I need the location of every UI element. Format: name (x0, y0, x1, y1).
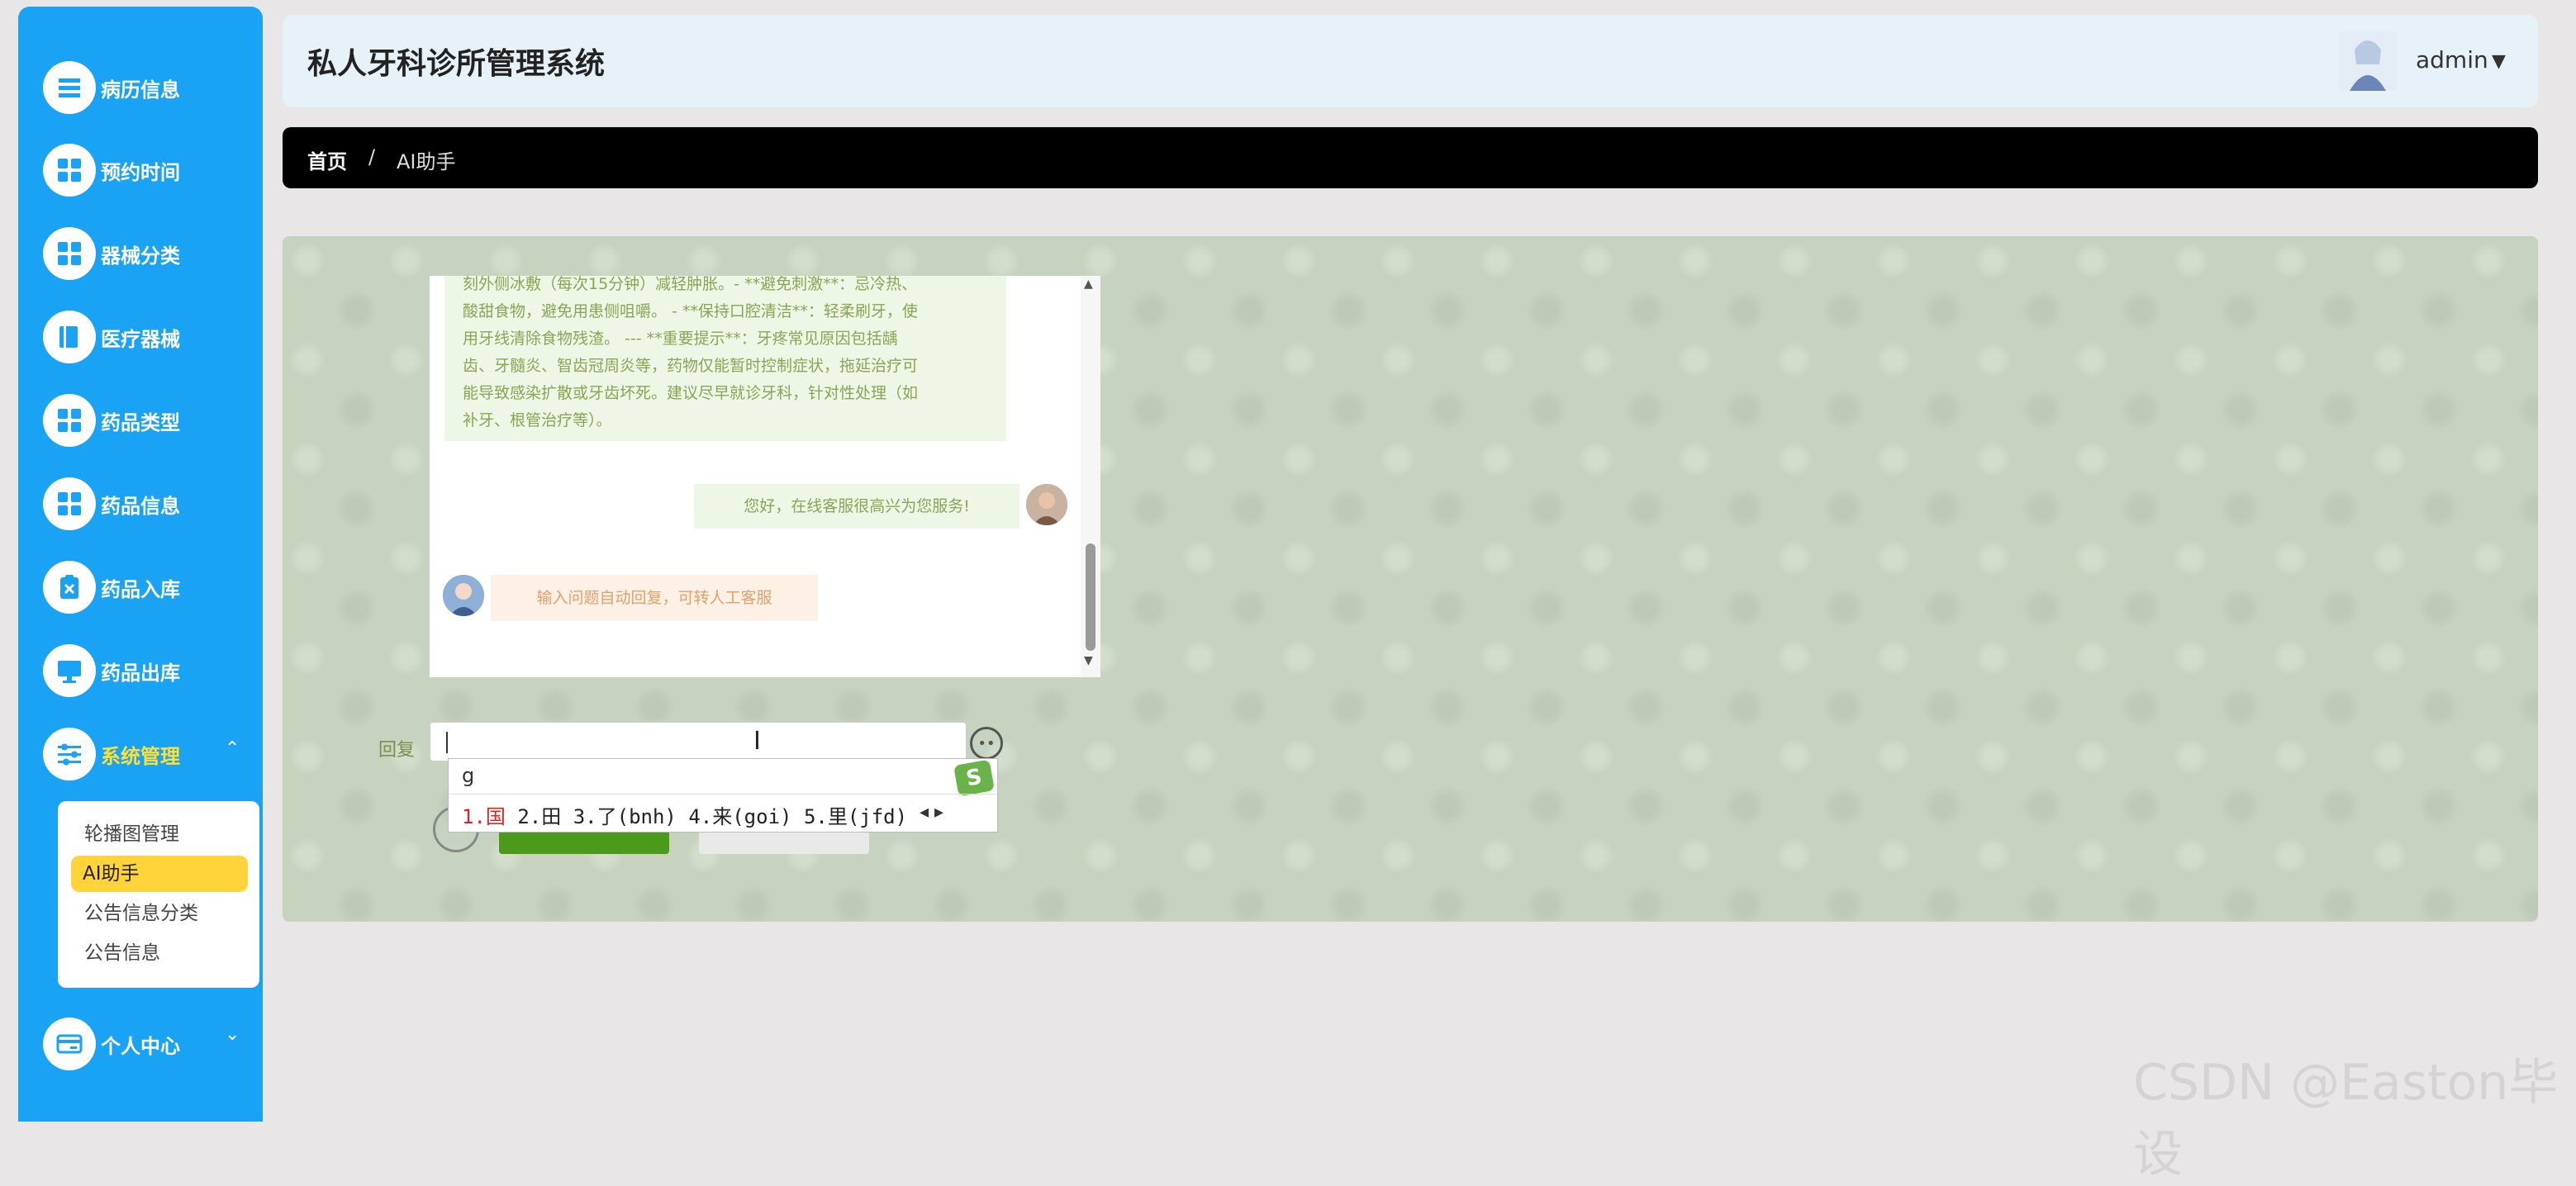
message-line: 补牙、根管治疗等）。 (463, 411, 612, 429)
sidebar: 病历信息 预约时间 器械分类 医疗器械 药品类型 药品信息 药品入库 药品出库 … (18, 7, 263, 1122)
submenu-item-notices[interactable]: 公告信息 (73, 935, 172, 971)
sidebar-item-drug-stock-in[interactable]: 药品入库 (43, 554, 180, 620)
reply-label: 回复 (378, 740, 416, 761)
ibeam-cursor-icon: I (753, 727, 761, 756)
user-message-bubble: 您好，在线客服很高兴为您服务! (694, 484, 1019, 529)
scroll-down-icon[interactable]: ▼ (1084, 654, 1093, 667)
chat-scrollbar[interactable]: ▲ ▼ (1081, 276, 1100, 677)
sidebar-item-medical-records[interactable]: 病历信息 (43, 55, 180, 121)
system-submenu: 轮播图管理 AI助手 公告信息分类 公告信息 (58, 801, 259, 988)
breadcrumb: 首页 / AI助手 (283, 127, 2538, 188)
message-line: 酸甜食物，避免用患侧咀嚼。 - **保持口腔清洁**：轻柔刷牙，使 (463, 302, 918, 320)
reply-input[interactable] (430, 722, 967, 761)
sidebar-item-label: 器械分类 (101, 244, 180, 268)
grid-icon (43, 144, 96, 197)
ime-candidate[interactable]: 3.了(bnh) (573, 805, 677, 828)
ime-candidate[interactable]: 2.田 (517, 805, 561, 828)
message-line: 能导致感染扩散或牙齿坏死。建议尽早就诊牙科，针对性处理（如 (463, 384, 919, 402)
sidebar-item-label: 病历信息 (101, 78, 180, 102)
ai-message-bubble: 刻外侧冰敷（每次15分钟）减轻肿胀。- **避免刺激**：忌冷热、 酸甜食物，避… (444, 276, 1006, 441)
caret-down-icon[interactable]: ▼ (2492, 51, 2506, 72)
sidebar-item-drug-types[interactable]: 药品类型 (43, 387, 180, 453)
ai-avatar (443, 575, 484, 616)
sidebar-item-label: 药品信息 (101, 494, 180, 518)
chevron-up-icon[interactable]: ⌃ (225, 738, 240, 759)
grid-icon (43, 477, 96, 530)
submenu-item-carousel[interactable]: 轮播图管理 (73, 816, 191, 852)
username[interactable]: admin (2416, 46, 2488, 74)
scroll-up-icon[interactable]: ▲ (1084, 278, 1093, 291)
text-cursor (446, 732, 448, 753)
book-icon (43, 311, 96, 363)
message-line: 刻外侧冰敷（每次15分钟）减轻肿胀。- **避免刺激**：忌冷热、 (463, 276, 918, 293)
chevron-down-icon[interactable]: ⌄ (225, 1024, 240, 1045)
ime-candidate[interactable]: 1.国 (462, 805, 506, 828)
sidebar-item-label: 个人中心 (101, 1034, 180, 1058)
sidebar-item-system-management[interactable]: 系统管理 (43, 721, 180, 787)
ai-message-bubble: 输入问题自动回复，可转人工客服 (491, 575, 818, 621)
ime-candidate-window: g S 1.国 2.田 3.了(bnh) 4.来(goi) 5.里(jfd) ◂… (448, 758, 998, 833)
sidebar-item-label: 医疗器械 (101, 327, 180, 351)
monitor-icon (43, 644, 96, 697)
card-icon (43, 1018, 96, 1070)
sidebar-item-label: 药品出库 (101, 661, 180, 685)
grid-icon (43, 227, 96, 280)
sidebar-item-personal-center[interactable]: 个人中心 (43, 1011, 180, 1077)
sidebar-item-label: 预约时间 (101, 160, 180, 184)
submenu-item-notice-categories[interactable]: 公告信息分类 (73, 895, 210, 932)
sidebar-item-label: 药品类型 (101, 410, 180, 434)
breadcrumb-current: AI助手 (397, 150, 456, 173)
ime-logo-icon: S (953, 759, 995, 797)
ime-candidate[interactable]: 4.来(goi) (688, 805, 791, 828)
sidebar-item-drug-stock-out[interactable]: 药品出库 (43, 638, 180, 704)
submenu-item-ai-assistant[interactable]: AI助手 (71, 856, 248, 892)
sidebar-item-label: 药品入库 (101, 577, 180, 601)
list-icon (43, 61, 96, 114)
page-title: 私人牙科诊所管理系统 (307, 47, 606, 81)
emoji-icon[interactable]: •• (970, 727, 1003, 760)
ime-candidates: 1.国 2.田 3.了(bnh) 4.来(goi) 5.里(jfd) (462, 800, 907, 829)
sidebar-item-label: 系统管理 (101, 744, 180, 768)
sidebar-item-medical-instruments[interactable]: 医疗器械 (43, 304, 180, 370)
ime-composition: g (462, 764, 475, 787)
ime-candidate[interactable]: 5.里(jfd) (804, 805, 907, 828)
message-line: 齿、牙髓炎、智齿冠周炎等，药物仅能暂时控制症状，拖延治疗可 (463, 357, 919, 375)
ime-page-arrows-icon[interactable]: ◂ ▸ (920, 802, 943, 823)
user-avatar (1026, 484, 1067, 525)
watermark: CSDN @Easton毕设 (2133, 1054, 2559, 1184)
sidebar-item-drug-info[interactable]: 药品信息 (43, 471, 180, 537)
chat-window[interactable]: 刻外侧冰敷（每次15分钟）减轻肿胀。- **避免刺激**：忌冷热、 酸甜食物，避… (430, 276, 1100, 677)
scroll-thumb[interactable] (1086, 543, 1096, 651)
clipboard-icon (43, 561, 96, 614)
avatar[interactable] (2338, 31, 2398, 91)
breadcrumb-home[interactable]: 首页 (307, 145, 347, 174)
breadcrumb-separator: / (368, 145, 376, 168)
sidebar-item-instrument-categories[interactable]: 器械分类 (43, 221, 180, 287)
sidebar-item-appointments[interactable]: 预约时间 (43, 137, 180, 203)
grid-icon (43, 394, 96, 447)
sliders-icon (43, 728, 96, 780)
top-header: 私人牙科诊所管理系统 admin ▼ (283, 15, 2538, 107)
message-line: 用牙线清除食物残渣。 --- **重要提示**：牙疼常见原因包括龋 (463, 330, 898, 348)
